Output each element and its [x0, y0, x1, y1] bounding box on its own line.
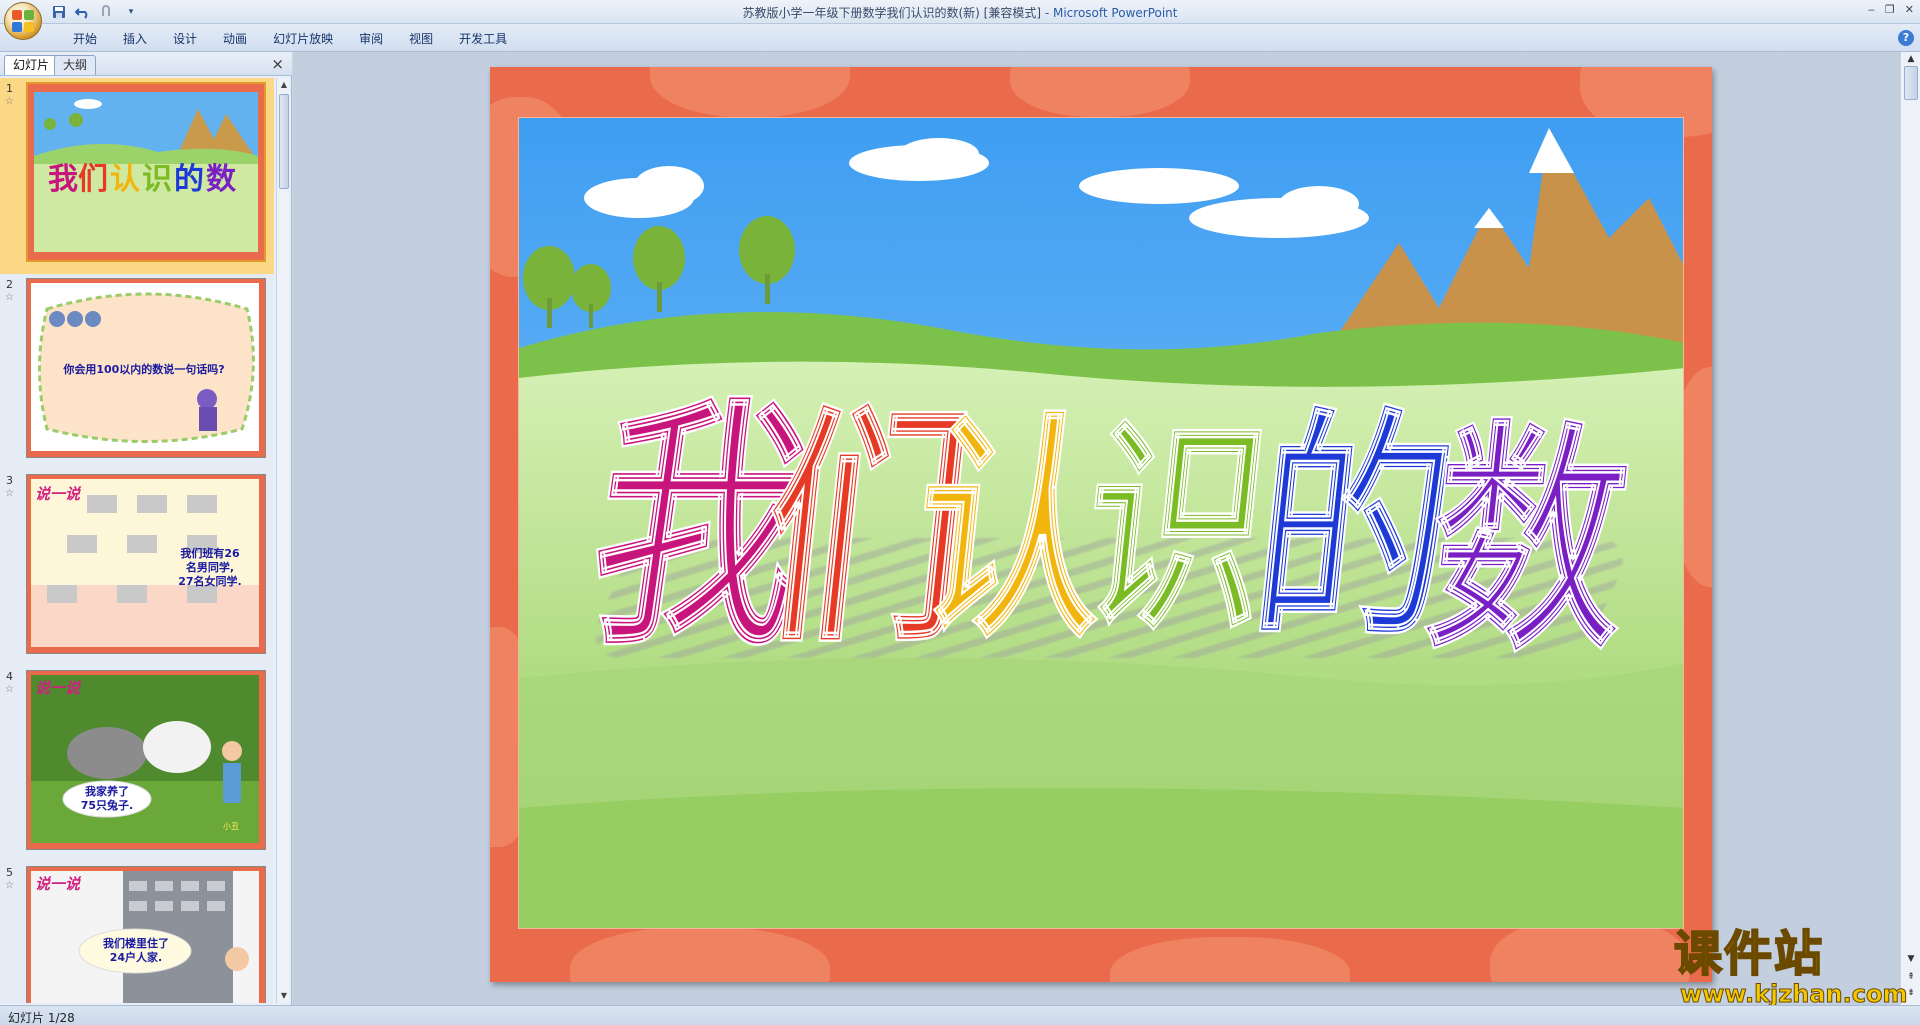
slide-preview: 你会用100以内的数说一句话吗?: [26, 278, 266, 458]
transition-star-icon: ☆: [5, 684, 14, 695]
scroll-down-icon[interactable]: ▼: [1904, 952, 1918, 966]
thumb-title-char: 们: [78, 162, 108, 197]
powerpoint-window: ▾ 苏教版小学一年级下册数学我们认识的数(新) [兼容模式] - Microso…: [0, 0, 1920, 1025]
watermark-text: 课件站: [1673, 926, 1825, 982]
minimize-icon[interactable]: ‒: [1868, 3, 1875, 16]
editor-scrollbar[interactable]: ▲ ▼ ⇞ ⇟: [1900, 52, 1920, 1005]
frame-decoration: [650, 67, 850, 117]
slide-line: 我们班有26: [180, 547, 240, 560]
tab-insert[interactable]: 插入: [110, 30, 160, 48]
close-icon[interactable]: ×: [271, 55, 284, 73]
title-char: 数: [1416, 396, 1643, 684]
slide-tag: 小丑: [223, 822, 239, 831]
slide-text: 你会用100以内的数说一句话吗?: [63, 363, 225, 376]
slide-text: 我们班有26 名男同学, 27名女同学.: [155, 547, 265, 589]
tab-animations[interactable]: 动画: [210, 30, 260, 48]
ribbon-tabs: 开始 插入 设计 动画 幻灯片放映 审阅 视图 开发工具 ?: [0, 24, 1920, 52]
slide-line: 我家养了: [85, 785, 129, 798]
status-bar: 幻灯片 1/28: [0, 1005, 1920, 1025]
slide-line: 75只兔子.: [80, 799, 134, 812]
slide-number: 2: [6, 278, 13, 291]
slide-thumbnail-3[interactable]: 3 ☆ 说一说 我们班有26 名男同学, 27名女同学.: [0, 470, 274, 666]
slide-thumbnail-2[interactable]: 2 ☆ 你会用100以内的数说一句话吗?: [0, 274, 274, 470]
scroll-up-icon[interactable]: ▲: [277, 78, 291, 92]
thumbnails-scrollbar[interactable]: ▲ ▼: [276, 78, 290, 1003]
slides-pane-tabs: 幻灯片 大纲 ×: [0, 52, 292, 76]
tab-outline[interactable]: 大纲: [54, 55, 97, 75]
app-name: - Microsoft PowerPoint: [1041, 6, 1178, 20]
scroll-up-icon[interactable]: ▲: [1904, 52, 1918, 66]
slide-thumbnail-5[interactable]: 5 ☆ 说一说 我们楼里住了 24户人家.: [0, 862, 274, 1003]
window-title: 苏教版小学一年级下册数学我们认识的数(新) [兼容模式] - Microsoft…: [0, 4, 1920, 21]
window-controls: ‒ ❐ ✕: [1868, 3, 1914, 16]
slide-heading: 说一说: [35, 679, 81, 697]
tab-slideshow[interactable]: 幻灯片放映: [260, 30, 346, 48]
slide-line: 我们楼里住了: [103, 937, 169, 950]
tab-view[interactable]: 视图: [396, 30, 446, 48]
office-button[interactable]: [4, 2, 42, 40]
slide-line: 27名女同学.: [178, 575, 242, 588]
slide-thumbnail-1[interactable]: 1 ☆ 我 们 认 识 的 数: [0, 78, 274, 274]
thumb-title-char: 我: [48, 162, 78, 197]
current-slide[interactable]: 我 们 认 识 的 数: [490, 67, 1712, 982]
tab-home[interactable]: 开始: [60, 30, 110, 48]
scrollbar-thumb[interactable]: [279, 94, 289, 189]
slide-heading: 说一说: [35, 875, 81, 893]
thumb-title-char: 数: [206, 162, 237, 197]
transition-star-icon: ☆: [5, 292, 14, 303]
slide-number: 4: [6, 670, 13, 683]
scroll-down-icon[interactable]: ▼: [277, 989, 291, 1003]
frame-decoration: [1110, 937, 1350, 982]
slide-number: 5: [6, 866, 13, 879]
slide-indicator: 幻灯片 1/28: [8, 1011, 75, 1025]
watermark-url: www.kjzhan.com: [1679, 980, 1908, 1009]
tab-developer[interactable]: 开发工具: [446, 30, 520, 48]
tab-slides[interactable]: 幻灯片: [4, 55, 59, 75]
slide-heading: 说一说: [35, 485, 81, 503]
watermark-logo: 课件站 www.kjzhan.com: [1666, 926, 1908, 1009]
tab-review[interactable]: 审阅: [346, 30, 396, 48]
slide-background-scene: 我 们 认 识 的 数: [518, 117, 1684, 929]
slide-text: 我们楼里住了 24户人家.: [81, 937, 191, 965]
frame-decoration: [1010, 67, 1190, 117]
slide-title[interactable]: 我 们 认 识 的 数: [519, 118, 1683, 928]
tab-design[interactable]: 设计: [160, 30, 210, 48]
close-icon[interactable]: ✕: [1905, 3, 1914, 16]
slide-thumbnail-4[interactable]: 4 ☆ 说一说 我家养了 75只兔子. 小丑: [0, 666, 274, 862]
slide-preview: 说一说 我们楼里住了 24户人家.: [26, 866, 266, 1003]
slide-number: 3: [6, 474, 13, 487]
slide-line: 名男同学,: [185, 561, 235, 574]
thumb-title-char: 识: [142, 162, 172, 197]
slide-number: 1: [6, 82, 13, 95]
slide-line: 24户人家.: [109, 951, 163, 964]
slide-thumbnails: 1 ☆ 我 们 认 识 的 数 2 ☆ 你会用100以内的数说一句话吗? 3 ☆…: [0, 78, 274, 1003]
slides-pane: 幻灯片 大纲 × 1 ☆ 我 们 认 识 的 数 2 ☆ 你会用100以内的数说…: [0, 52, 292, 1005]
thumb-title-char: 的: [174, 162, 204, 197]
office-logo-icon: [12, 10, 34, 32]
title-bar: ▾ 苏教版小学一年级下册数学我们认识的数(新) [兼容模式] - Microso…: [0, 0, 1920, 40]
help-icon[interactable]: ?: [1898, 30, 1914, 46]
transition-star-icon: ☆: [5, 96, 14, 107]
thumb-title-char: 认: [110, 162, 140, 197]
frame-decoration: [570, 927, 830, 982]
restore-icon[interactable]: ❐: [1885, 3, 1895, 16]
transition-star-icon: ☆: [5, 488, 14, 499]
slide-preview: 说一说 我家养了 75只兔子. 小丑: [26, 670, 266, 850]
slide-preview: 我 们 认 识 的 数: [26, 82, 266, 262]
document-title: 苏教版小学一年级下册数学我们认识的数(新) [兼容模式]: [742, 6, 1042, 20]
scrollbar-thumb[interactable]: [1904, 66, 1918, 100]
slide-preview: 说一说 我们班有26 名男同学, 27名女同学.: [26, 474, 266, 654]
transition-star-icon: ☆: [5, 880, 14, 891]
slide-text: 我家养了 75只兔子.: [65, 785, 149, 813]
